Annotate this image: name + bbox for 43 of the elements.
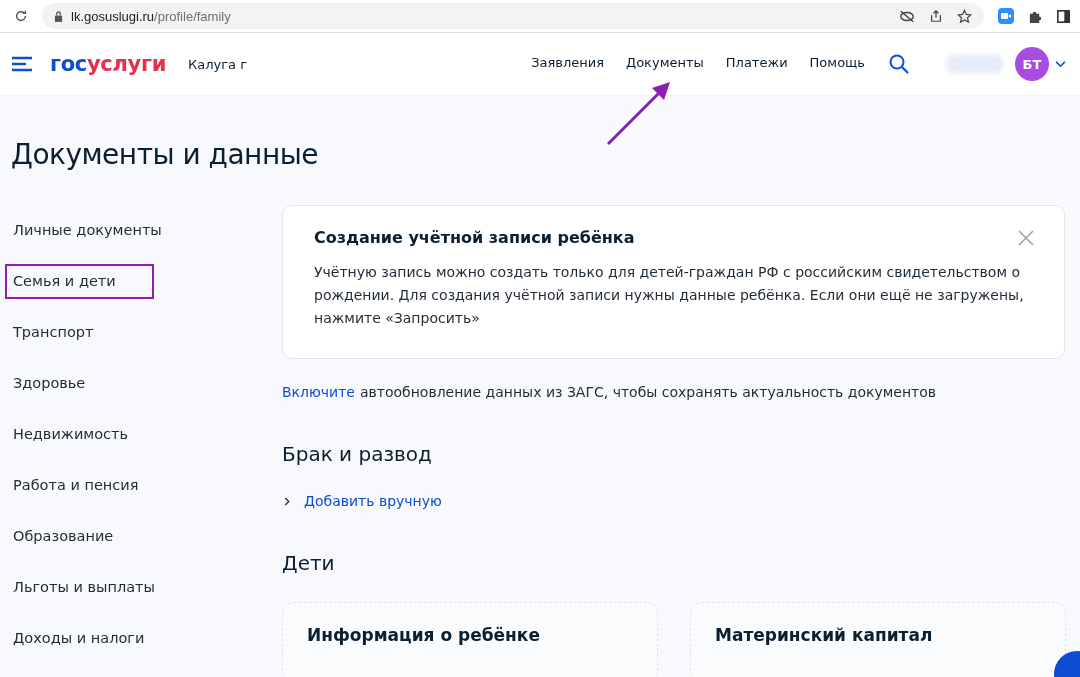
video-camera-icon[interactable] — [998, 8, 1014, 24]
info-card[interactable]: Информация о ребёнке — [282, 602, 658, 677]
chevron-right-icon — [284, 496, 290, 506]
star-icon[interactable] — [957, 8, 972, 24]
close-icon[interactable] — [1018, 229, 1034, 246]
url-text: lk.gosuslugi.ru/profile/family — [71, 8, 231, 24]
sidebar-item[interactable]: Здоровье — [5, 366, 94, 401]
nav-link[interactable]: Документы — [626, 54, 704, 74]
menu-icon[interactable] — [12, 56, 32, 72]
lock-icon — [54, 10, 63, 22]
side-panel-icon[interactable] — [1057, 9, 1070, 23]
nav-link[interactable]: Заявления — [531, 54, 604, 74]
nav-link[interactable]: Платежи — [725, 54, 788, 74]
reload-icon[interactable] — [14, 9, 28, 23]
blurred-name — [947, 55, 1003, 73]
section-title: Дети — [282, 551, 336, 575]
card-title: Материнский капитал — [715, 625, 933, 645]
enable-link[interactable]: Включите — [282, 384, 355, 400]
logo[interactable]: госуслуги — [50, 52, 167, 76]
sidebar-item[interactable]: Работа и пенсия — [5, 468, 147, 503]
search-icon[interactable] — [889, 54, 909, 74]
address-bar[interactable]: lk.gosuslugi.ru/profile/family — [42, 3, 984, 29]
notice-text: Учётную запись можно создать только для детей-граждан РФ с российским свидетельством о рождении. Для создания учётной записи нужны данные ребёнка. Если они ещё не загружены, нажмите «Запросить» — [314, 263, 1025, 328]
share-icon[interactable] — [929, 9, 943, 23]
region-link[interactable]: Калуга г — [188, 56, 247, 72]
sidebar-item[interactable]: Доходы и налоги — [5, 621, 153, 656]
nav-link[interactable]: Помощь — [809, 54, 865, 74]
sidebar-item[interactable]: Личные документы — [5, 213, 170, 248]
sidebar-item[interactable]: Образование — [5, 519, 122, 554]
sidebar-item[interactable]: Недвижимость — [5, 417, 137, 452]
notice-title: Создание учётной записи ребёнка — [314, 228, 635, 247]
auto-update-text: автообновление данных из ЗАГС, чтобы сохранять актуальность документов — [359, 384, 937, 400]
sidebar-item[interactable]: Семья и дети — [5, 264, 154, 299]
info-card[interactable]: Материнский капитал — [690, 602, 1066, 677]
section-title: Брак и развод — [282, 442, 433, 466]
sidebar-item[interactable]: Транспорт — [5, 315, 102, 350]
add-manually-link[interactable]: Добавить вручную — [304, 493, 442, 509]
avatar[interactable]: БТ — [1015, 47, 1049, 81]
sidebar-item[interactable]: Льготы и выплаты — [5, 570, 163, 605]
chevron-down-icon[interactable] — [1055, 60, 1066, 68]
card-title: Информация о ребёнке — [307, 625, 540, 645]
page-title: Документы и данные — [11, 138, 319, 171]
eye-slash-icon[interactable] — [899, 9, 915, 23]
